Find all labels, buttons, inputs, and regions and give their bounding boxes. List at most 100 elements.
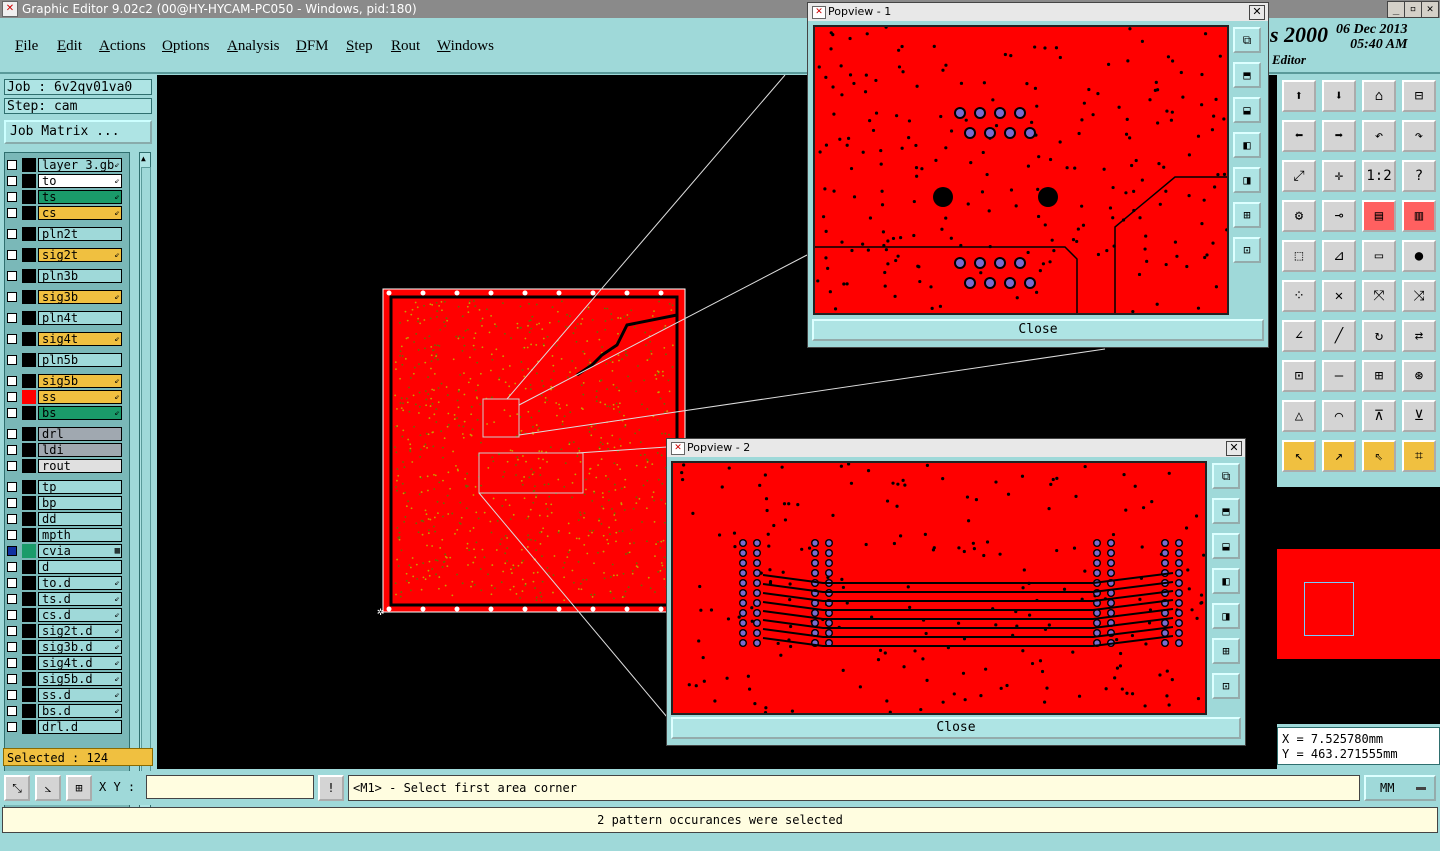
layer-name[interactable]: cs.d: [38, 608, 122, 622]
layer-checkbox[interactable]: [7, 674, 17, 684]
layer-row[interactable]: pln3b: [4, 269, 124, 283]
mirror-icon[interactable]: ⇄: [1402, 320, 1436, 352]
layer-color-swatch[interactable]: [22, 248, 36, 262]
popview-2-view[interactable]: [671, 461, 1207, 715]
pan-right-icon[interactable]: ◨: [1212, 603, 1240, 629]
fit-icon[interactable]: ⤢: [1282, 160, 1316, 192]
measure-icon[interactable]: ⦣: [35, 775, 61, 801]
popview-1-view[interactable]: [813, 25, 1229, 315]
menu-step[interactable]: Step: [346, 38, 373, 55]
layer-row[interactable]: ts ⇙: [4, 190, 124, 204]
layer-color-swatch[interactable]: [22, 332, 36, 346]
layer-checkbox[interactable]: [7, 706, 17, 716]
alert-icon[interactable]: !: [318, 775, 344, 801]
layer-row[interactable]: sig5b.d ⇙: [4, 672, 124, 686]
layer-name[interactable]: sig3b: [38, 290, 122, 304]
menu-edit[interactable]: Edit: [57, 38, 82, 55]
overview-map[interactable]: [1277, 487, 1440, 724]
snap2-icon[interactable]: ⊡: [1282, 360, 1316, 392]
layer-name[interactable]: ss: [38, 390, 122, 404]
layer-color-swatch[interactable]: [22, 459, 36, 473]
menu-analysis[interactable]: Analysis: [227, 38, 280, 55]
layer-name[interactable]: rout: [38, 459, 122, 473]
layer-color-swatch[interactable]: [22, 608, 36, 622]
layer-color-swatch[interactable]: [22, 311, 36, 325]
line-icon[interactable]: ╱: [1322, 320, 1356, 352]
layer-checkbox[interactable]: [7, 610, 17, 620]
move-icon[interactable]: ⤧: [1362, 280, 1396, 312]
layer-color-swatch[interactable]: [22, 496, 36, 510]
layer-checkbox[interactable]: [7, 313, 17, 323]
layer-checkbox[interactable]: [7, 376, 17, 386]
layer-name[interactable]: bs: [38, 406, 122, 420]
layer-color-swatch[interactable]: [22, 174, 36, 188]
layer-checkbox[interactable]: [7, 271, 17, 281]
layer-color-swatch[interactable]: [22, 443, 36, 457]
layer-checkbox[interactable]: [7, 392, 17, 402]
cluster-icon[interactable]: ⊛: [1402, 360, 1436, 392]
layer-name[interactable]: ts: [38, 190, 122, 204]
array-icon[interactable]: ⊞: [1362, 360, 1396, 392]
layer-row[interactable]: sig3b ⇙: [4, 290, 124, 304]
layer-name[interactable]: layer_3.gb: [38, 158, 122, 172]
layer-name[interactable]: pln5b: [38, 353, 122, 367]
layer-name[interactable]: tp: [38, 480, 122, 494]
layer-name[interactable]: pln4t: [38, 311, 122, 325]
layer-checkbox[interactable]: [7, 594, 17, 604]
layer-name[interactable]: bs.d: [38, 704, 122, 718]
layer-color-swatch[interactable]: [22, 269, 36, 283]
layer-row[interactable]: sig4t ⇙: [4, 332, 124, 346]
pan-left-icon[interactable]: ◧: [1212, 568, 1240, 594]
layer-row[interactable]: sig4t.d ⇙: [4, 656, 124, 670]
pointer3-icon[interactable]: ⇖: [1362, 440, 1396, 472]
layer-checkbox[interactable]: [7, 530, 17, 540]
menu-file[interactable]: File: [15, 38, 38, 55]
probe-icon[interactable]: ⊸: [1322, 200, 1356, 232]
layer-row[interactable]: sig5b ⇙: [4, 374, 124, 388]
layer-color-swatch[interactable]: [22, 480, 36, 494]
pan-right-icon[interactable]: ◨: [1233, 167, 1261, 193]
layers-icon[interactable]: ▤: [1362, 200, 1396, 232]
right-icon[interactable]: ➡: [1322, 120, 1356, 152]
layer-row[interactable]: bp: [4, 496, 124, 510]
ruler-icon[interactable]: ▭: [1362, 240, 1396, 272]
select-icon[interactable]: ⬚: [1282, 240, 1316, 272]
layer-row[interactable]: bs.d ⇙: [4, 704, 124, 718]
layer-row[interactable]: sig3b.d ⇙: [4, 640, 124, 654]
triangle-icon[interactable]: △: [1282, 400, 1316, 432]
xy-input[interactable]: [146, 775, 314, 799]
layer-color-swatch[interactable]: [22, 227, 36, 241]
layer-color-swatch[interactable]: [22, 528, 36, 542]
net-icon[interactable]: ⊿: [1322, 240, 1356, 272]
angle-icon[interactable]: ∠: [1282, 320, 1316, 352]
snap-icon[interactable]: ⤡: [4, 775, 30, 801]
layer-row[interactable]: d: [4, 560, 124, 574]
popview-2-close-icon[interactable]: ✕: [1226, 441, 1242, 456]
layer-name[interactable]: drl: [38, 427, 122, 441]
layer-name[interactable]: sig2t: [38, 248, 122, 262]
pan-down-icon[interactable]: ⬓: [1212, 533, 1240, 559]
layer-checkbox[interactable]: [7, 514, 17, 524]
zoom-out-icon[interactable]: ⊡: [1233, 237, 1261, 263]
pan-down-icon[interactable]: ⬓: [1233, 97, 1261, 123]
layer-name[interactable]: sig5b.d: [38, 672, 122, 686]
layer-checkbox[interactable]: [7, 192, 17, 202]
layer-row[interactable]: sig2t.d ⇙: [4, 624, 124, 638]
minimize-button[interactable]: _: [1387, 1, 1405, 18]
grid-icon[interactable]: ⊞: [66, 775, 92, 801]
layer-row[interactable]: tp: [4, 480, 124, 494]
layer-checkbox[interactable]: [7, 408, 17, 418]
settings-icon[interactable]: ⚙: [1282, 200, 1316, 232]
layer-checkbox[interactable]: [7, 642, 17, 652]
layer-row[interactable]: ldi: [4, 443, 124, 457]
redo-icon[interactable]: ↷: [1402, 120, 1436, 152]
menu-rout[interactable]: Rout: [391, 38, 420, 55]
layer-checkbox[interactable]: [7, 482, 17, 492]
layer-color-swatch[interactable]: [22, 290, 36, 304]
arc-icon[interactable]: ↻: [1362, 320, 1396, 352]
layer-row[interactable]: sig2t ⇙: [4, 248, 124, 262]
layer-name[interactable]: sig3b.d: [38, 640, 122, 654]
layer-checkbox[interactable]: [7, 562, 17, 572]
home-icon[interactable]: ⌂: [1362, 80, 1396, 112]
pointer-icon[interactable]: ↖: [1282, 440, 1316, 472]
